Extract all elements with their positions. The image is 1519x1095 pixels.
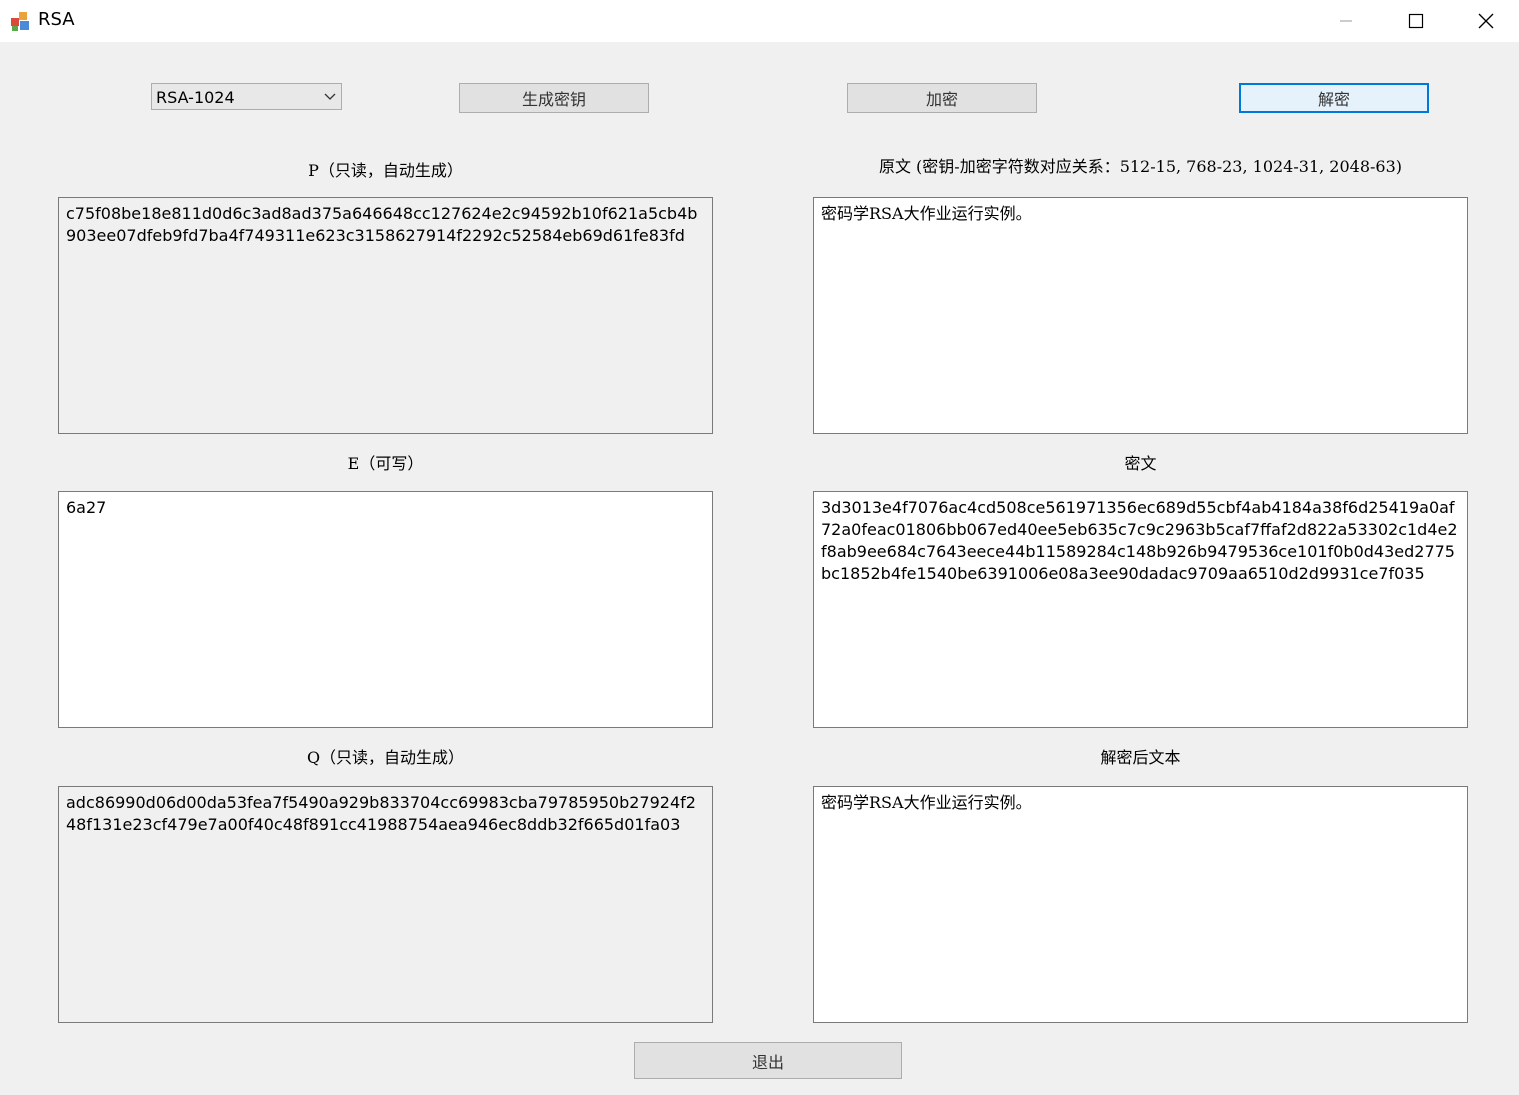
window-title: RSA [38,9,75,30]
plaintext-textbox[interactable]: 密码学RSA大作业运行实例。 [813,197,1468,434]
maximize-button[interactable] [1381,0,1451,42]
p-label: P（只读，自动生成） [308,161,463,180]
encrypt-button[interactable]: 加密 [847,83,1037,113]
chevron-down-icon [324,93,336,100]
close-button[interactable] [1451,0,1519,42]
title-bar: RSA [0,0,1519,42]
key-size-value: RSA-1024 [156,88,235,107]
ciphertext-textbox[interactable]: 3d3013e4f7076ac4cd508ce561971356ec689d55… [813,491,1468,728]
decrypted-textbox[interactable]: 密码学RSA大作业运行实例。 [813,786,1468,1023]
ciphertext-label: 密文 [1124,454,1157,473]
decrypt-button[interactable]: 解密 [1239,83,1429,113]
exit-button[interactable]: 退出 [634,1042,902,1079]
decrypted-label: 解密后文本 [1100,748,1181,767]
key-size-select[interactable]: RSA-1024 [151,83,342,110]
e-textbox[interactable]: 6a27 [58,491,713,728]
maximize-icon [1408,13,1424,29]
minimize-icon [1340,20,1352,22]
rsa-app-icon [11,12,29,31]
close-icon [1478,13,1494,29]
p-textbox[interactable]: c75f08be18e811d0d6c3ad8ad375a646648cc127… [58,197,713,434]
generate-key-button[interactable]: 生成密钥 [459,83,649,113]
q-label: Q（只读，自动生成） [306,748,465,767]
q-textbox[interactable]: adc86990d06d00da53fea7f5490a929b833704cc… [58,786,713,1023]
minimize-button[interactable] [1311,0,1381,42]
plaintext-label: 原文 (密钥-加密字符数对应关系：512-15, 768-23, 1024-31… [878,157,1403,176]
e-label: E（可写） [347,454,424,473]
